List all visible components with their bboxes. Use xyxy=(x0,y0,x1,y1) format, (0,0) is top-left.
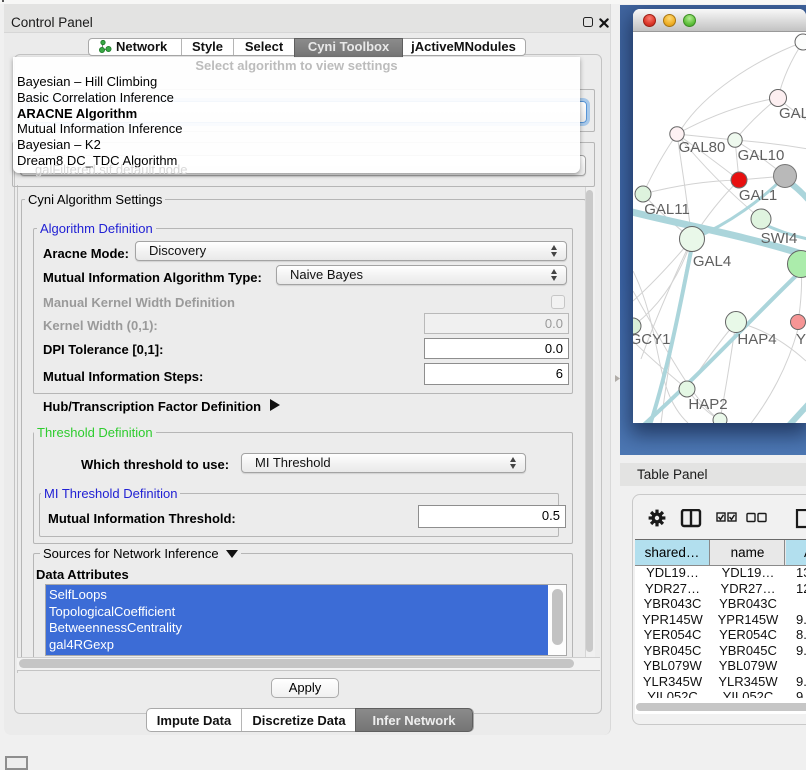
svg-text:GAL4: GAL4 xyxy=(693,253,731,270)
svg-text:GAL7: GAL7 xyxy=(779,105,806,122)
svg-text:Y: Y xyxy=(796,331,806,348)
svg-text:GAL11: GAL11 xyxy=(644,201,690,218)
svg-text:SWI4: SWI4 xyxy=(761,230,798,247)
svg-text:GCY1: GCY1 xyxy=(633,331,670,348)
svg-text:GAL1: GAL1 xyxy=(739,187,777,204)
svg-text:GAL10: GAL10 xyxy=(738,147,785,164)
svg-text:GAL80: GAL80 xyxy=(679,139,726,156)
svg-text:HAP2: HAP2 xyxy=(688,396,727,413)
svg-text:HAP4: HAP4 xyxy=(737,331,776,348)
